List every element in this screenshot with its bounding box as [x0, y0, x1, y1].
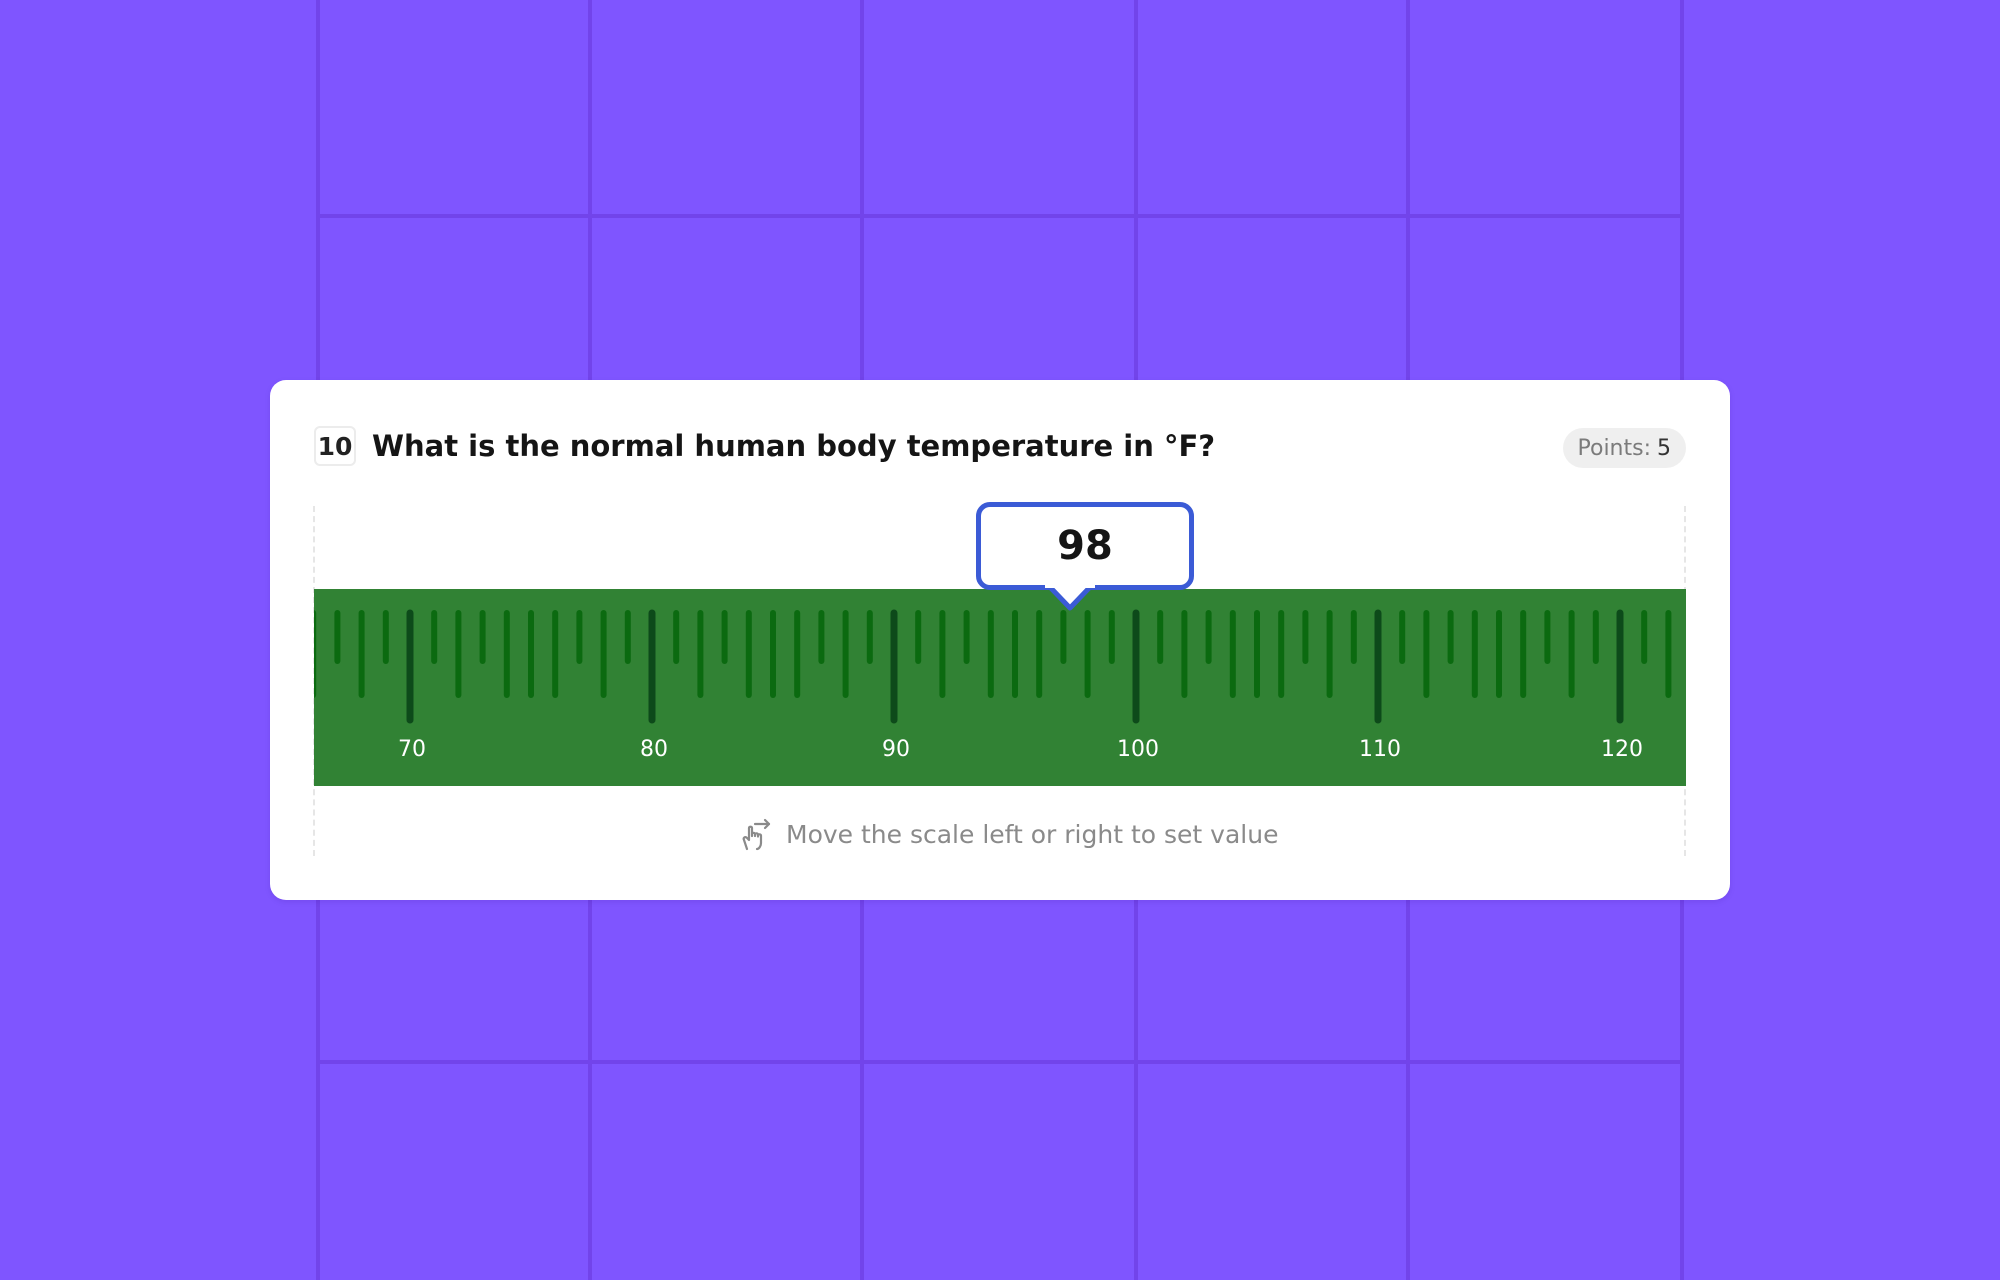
scale-tick-label: 110: [1359, 737, 1401, 762]
temperature-scale[interactable]: 70 80 90 100 110 120: [314, 589, 1686, 786]
grid-line: [316, 1060, 1684, 1064]
hint-text: Move the scale left or right to set valu…: [786, 819, 1279, 849]
selected-value-bubble: 98: [976, 502, 1194, 590]
scale-tick-label: 100: [1117, 737, 1159, 762]
value-pointer-icon: [1045, 580, 1095, 611]
question-number: 10: [314, 426, 356, 466]
scale-hint: Move the scale left or right to set valu…: [738, 816, 1278, 852]
points-value: 5: [1657, 435, 1671, 461]
points-label: Points:: [1577, 435, 1652, 461]
scale-tick-label: 90: [882, 737, 910, 762]
question-text: What is the normal human body temperatur…: [372, 429, 1216, 463]
scale-tick-label: 120: [1601, 737, 1643, 762]
scale-tick-label: 70: [398, 737, 426, 762]
points-badge: Points: 5: [1562, 428, 1686, 468]
swipe-hand-icon: [742, 818, 771, 851]
scale-tick-label: 80: [640, 737, 668, 762]
scale-ticks: 70 80 90 100 110 120: [314, 609, 1672, 762]
grid-line: [316, 214, 1684, 218]
question-card: 10 What is the normal human body tempera…: [270, 380, 1730, 900]
